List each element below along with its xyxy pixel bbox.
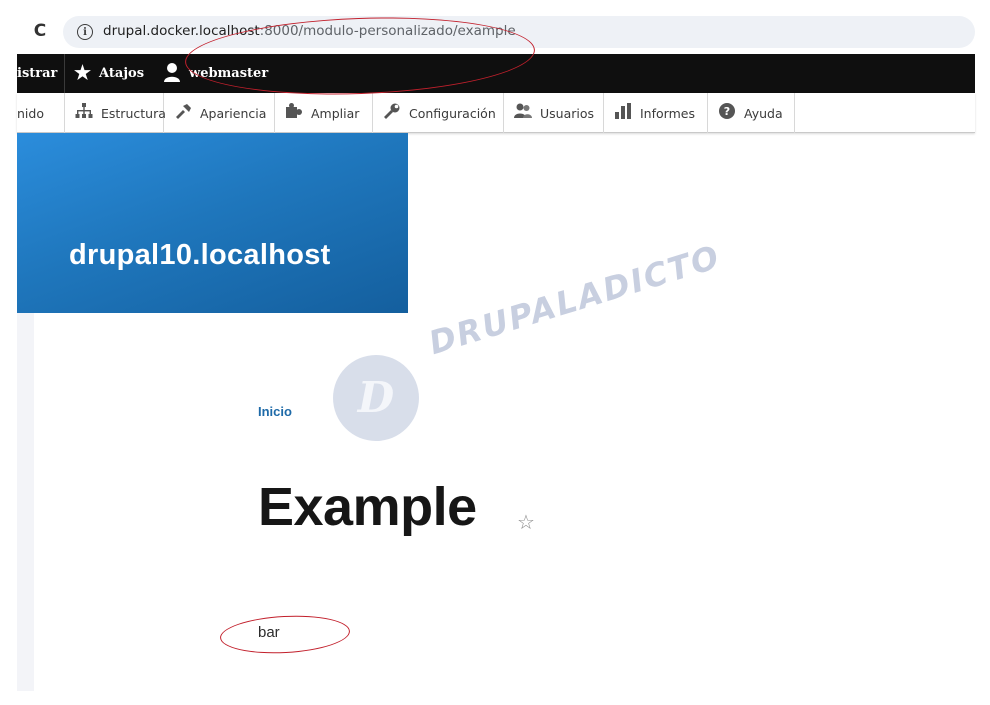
appearance-icon (174, 103, 192, 123)
watermark-text: DRUPALADICTO (424, 237, 725, 363)
toolbar-shortcuts-tab[interactable]: ★ Atajos (74, 54, 144, 93)
tray-item-label: Estructura (101, 105, 166, 121)
tray-item-content[interactable]: nido (17, 93, 65, 133)
body-annotation-ellipse (219, 612, 351, 657)
wrench-icon (383, 103, 401, 123)
tray-item-users[interactable]: Usuarios (504, 93, 604, 133)
url-host: drupal.docker.localhost (103, 23, 260, 39)
tray-item-structure[interactable]: Estructura (65, 93, 166, 133)
site-info-icon[interactable]: i (77, 24, 93, 40)
browser-address-bar: C i drupal.docker.localhost:8000/modulo-… (17, 14, 975, 50)
tray-item-reports[interactable]: Informes (604, 93, 708, 133)
tray-item-label: Ampliar (311, 105, 360, 121)
tray-item-label: Ayuda (744, 105, 783, 121)
page-title: Example (258, 477, 477, 537)
tray-item-configuration[interactable]: Configuración (373, 93, 504, 133)
watermark-logo: D (333, 355, 419, 441)
screenshot-root: C i drupal.docker.localhost:8000/modulo-… (0, 0, 990, 705)
site-name-link[interactable]: drupal10.localhost (69, 239, 331, 272)
toolbar-manage-tab[interactable]: istrar (17, 54, 65, 93)
tray-item-label: Informes (640, 105, 695, 121)
extend-icon (285, 103, 303, 123)
user-icon (163, 62, 181, 86)
structure-icon (75, 103, 93, 123)
tray-item-label: Configuración (409, 105, 496, 121)
users-icon (514, 103, 532, 123)
star-icon: ★ (74, 62, 92, 84)
tray-item-extend[interactable]: Ampliar (275, 93, 373, 133)
url-text[interactable]: drupal.docker.localhost:8000/modulo-pers… (103, 23, 516, 39)
reports-icon (614, 103, 632, 123)
reload-icon[interactable]: C (29, 20, 51, 42)
admin-tray-menu: nido Estructura Apariencia Ampliar Confi… (17, 93, 975, 133)
url-omnibox[interactable]: i drupal.docker.localhost:8000/modulo-pe… (63, 16, 975, 48)
tray-item-label: Usuarios (540, 105, 595, 121)
site-branding-header: drupal10.localhost (17, 133, 408, 313)
url-path: :8000/modulo-personalizado/example (259, 23, 516, 39)
help-icon: ? (718, 103, 736, 123)
shortcut-star-icon[interactable]: ☆ (517, 512, 535, 532)
toolbar-manage-label: istrar (17, 66, 58, 81)
tray-item-label: nido (17, 105, 44, 121)
toolbar-user-label: webmaster (189, 66, 269, 81)
tray-item-help[interactable]: ? Ayuda (708, 93, 795, 133)
toolbar-shortcuts-label: Atajos (99, 66, 145, 81)
breadcrumb-home-link[interactable]: Inicio (258, 404, 292, 419)
watermark-logo-letter: D (357, 373, 395, 422)
page-body-text: bar (258, 624, 280, 641)
svg-text:?: ? (724, 105, 730, 118)
toolbar-user-tab[interactable]: webmaster (163, 54, 268, 93)
tray-item-label: Apariencia (200, 105, 267, 121)
tray-item-appearance[interactable]: Apariencia (164, 93, 275, 133)
admin-toolbar: istrar ★ Atajos webmaster (17, 54, 975, 93)
